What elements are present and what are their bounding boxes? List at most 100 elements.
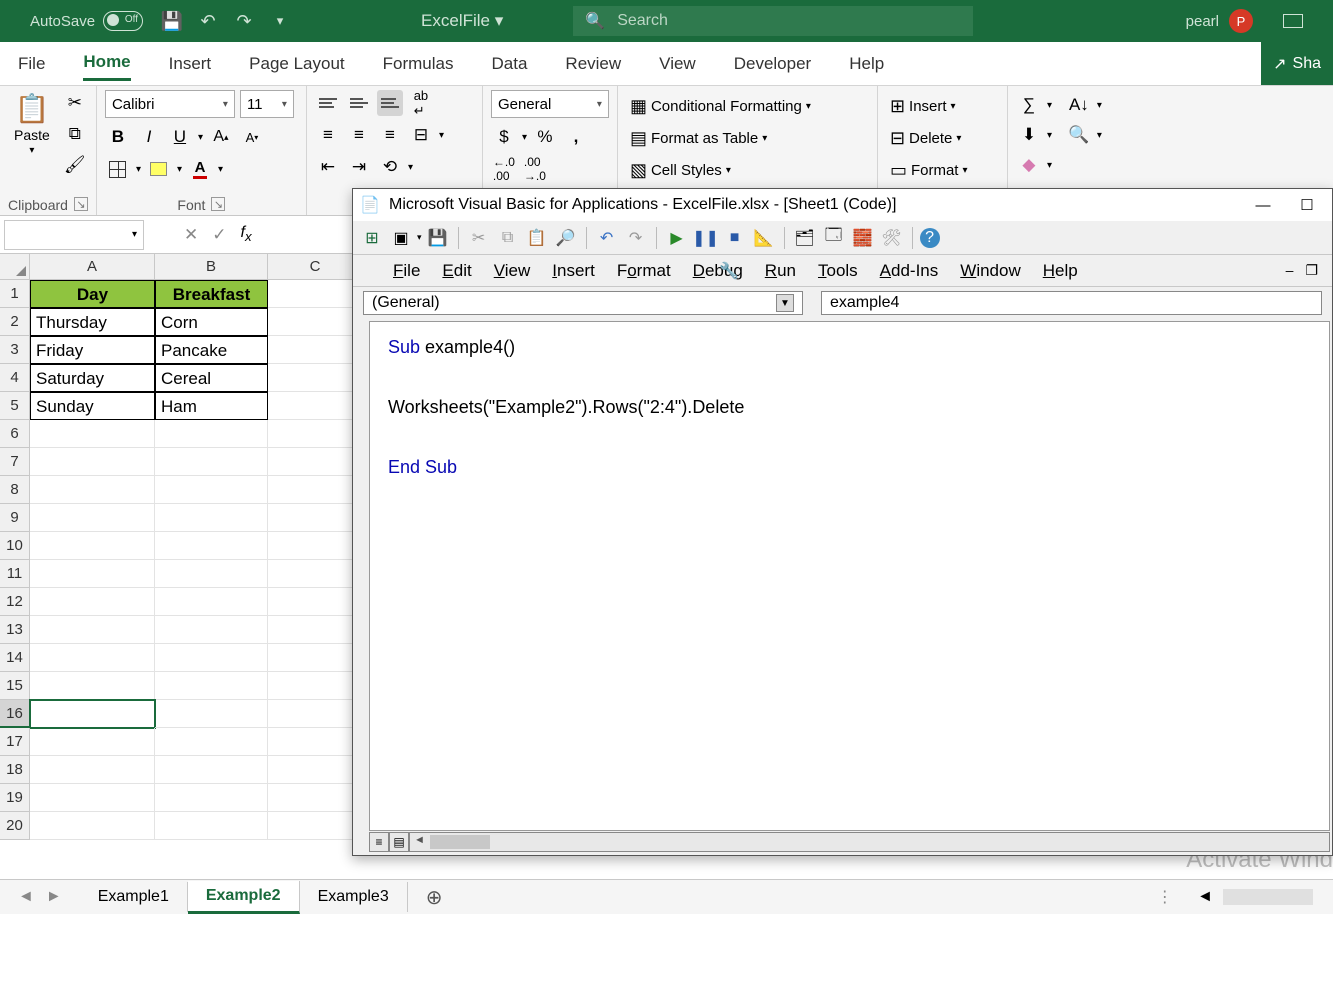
cell[interactable] [155,700,268,728]
decrease-decimal-icon[interactable]: .00→.0 [522,156,548,182]
cell[interactable] [155,532,268,560]
chevron-down-icon[interactable]: ▾ [417,232,422,243]
font-color-button[interactable]: A [187,156,213,182]
cell[interactable] [30,616,155,644]
row-header[interactable]: 10 [0,532,30,560]
chevron-down-icon[interactable]: ▾ [1047,130,1052,141]
vba-menu-run[interactable]: Run [765,261,796,281]
cell[interactable] [268,420,363,448]
fill-color-button[interactable] [146,156,172,182]
cell[interactable] [268,588,363,616]
cell[interactable] [30,700,155,728]
cell[interactable] [268,672,363,700]
sheet-tab-example3[interactable]: Example3 [300,882,408,912]
vba-menu-format[interactable]: Format [617,261,671,281]
row-header[interactable]: 1 [0,280,30,308]
cell[interactable] [155,644,268,672]
cell[interactable] [155,448,268,476]
cell[interactable] [30,476,155,504]
sheet-tab-example1[interactable]: Example1 [80,882,188,912]
procedure-view-icon[interactable]: ≡ [369,832,389,852]
undo-icon[interactable]: ↶ [197,10,219,32]
row-header[interactable]: 4 [0,364,30,392]
tab-review[interactable]: Review [565,48,621,80]
sheet-nav[interactable]: ◄► [0,888,80,906]
cell[interactable] [155,756,268,784]
chevron-down-icon[interactable]: ▼ [776,294,794,312]
sort-filter-icon[interactable]: A↓ [1066,92,1092,118]
cell[interactable]: Breakfast [155,280,268,308]
autosum-icon[interactable]: ∑ [1016,92,1042,118]
tab-developer[interactable]: Developer [734,48,812,80]
copy-icon[interactable]: ⧉ [62,121,88,147]
dialog-launcher-icon[interactable]: ↘ [74,197,88,211]
cell[interactable] [155,812,268,840]
maximize-icon[interactable]: ☐ [1290,196,1324,214]
scroll-left-icon[interactable]: ◄ [1197,888,1213,906]
minimize-icon[interactable]: — [1246,197,1280,214]
chevron-down-icon[interactable]: ▾ [408,162,413,173]
row-header[interactable]: 6 [0,420,30,448]
cell[interactable] [268,308,363,336]
cell[interactable] [268,728,363,756]
fx-icon[interactable]: fx [241,224,252,244]
scrollbar-thumb[interactable] [430,835,490,849]
align-left-icon[interactable]: ≡ [315,122,341,148]
delete-cells-button[interactable]: ⊟Delete ▾ [886,124,965,152]
row-header[interactable]: 12 [0,588,30,616]
chevron-down-icon[interactable]: ▾ [132,229,137,240]
cell[interactable] [155,420,268,448]
name-box[interactable]: ▾ [4,220,144,250]
orientation-icon[interactable]: ⟲ [377,154,403,180]
align-middle-icon[interactable] [346,90,372,116]
share-button[interactable]: ↗ Sha [1261,42,1333,85]
vba-undo-icon[interactable]: ↶ [594,225,620,251]
align-top-icon[interactable] [315,90,341,116]
chevron-down-icon[interactable]: ▾ [1097,100,1102,111]
vba-menu-insert[interactable]: Insert [552,261,595,281]
cell[interactable] [155,476,268,504]
font-size-combo[interactable]: 11▾ [240,90,294,118]
cell[interactable] [155,560,268,588]
tab-page-layout[interactable]: Page Layout [249,48,344,80]
chevron-down-icon[interactable]: ▾ [439,130,444,141]
clear-icon[interactable]: ◆ [1016,152,1042,178]
align-center-icon[interactable]: ≡ [346,122,372,148]
borders-button[interactable] [105,156,131,182]
user-avatar-icon[interactable]: P [1229,9,1253,33]
cell[interactable] [268,700,363,728]
autosave-toggle[interactable]: AutoSave [30,11,143,31]
cell[interactable]: Friday [30,336,155,364]
cell[interactable] [155,588,268,616]
row-header[interactable]: 2 [0,308,30,336]
chevron-down-icon[interactable]: ▾ [218,164,223,175]
vba-run-icon[interactable]: ▶ [664,225,690,251]
chevron-down-icon[interactable]: ▾ [1097,130,1102,141]
format-cells-button[interactable]: ▭Format ▾ [886,156,972,184]
insert-cells-button[interactable]: ⊞Insert ▾ [886,92,960,120]
row-header[interactable]: 7 [0,448,30,476]
vba-save-icon[interactable]: 💾 [425,225,451,251]
font-name-combo[interactable]: Calibri▾ [105,90,235,118]
chevron-down-icon[interactable]: ▾ [198,132,203,143]
add-sheet-button[interactable]: ⊕ [408,885,461,910]
bold-button[interactable]: B [105,124,131,150]
vba-properties-icon[interactable]: 🗔 [821,225,847,251]
vba-design-icon[interactable]: 📐 [751,225,777,251]
save-icon[interactable]: 💾 [161,10,183,32]
row-header[interactable]: 16 [0,700,30,728]
cell[interactable] [155,504,268,532]
chevron-down-icon[interactable]: ▾ [177,164,182,175]
cell[interactable] [30,420,155,448]
align-right-icon[interactable]: ≡ [377,122,403,148]
number-format-combo[interactable]: General▾ [491,90,609,118]
grow-font-icon[interactable]: A▴ [208,124,234,150]
cell[interactable] [30,532,155,560]
col-header-b[interactable]: B [155,254,268,280]
cell[interactable]: Thursday [30,308,155,336]
cell[interactable]: Day [30,280,155,308]
select-all-corner[interactable] [0,254,30,280]
tab-view[interactable]: View [659,48,696,80]
cell[interactable] [268,532,363,560]
cancel-formula-icon[interactable]: ✕ [184,225,198,245]
